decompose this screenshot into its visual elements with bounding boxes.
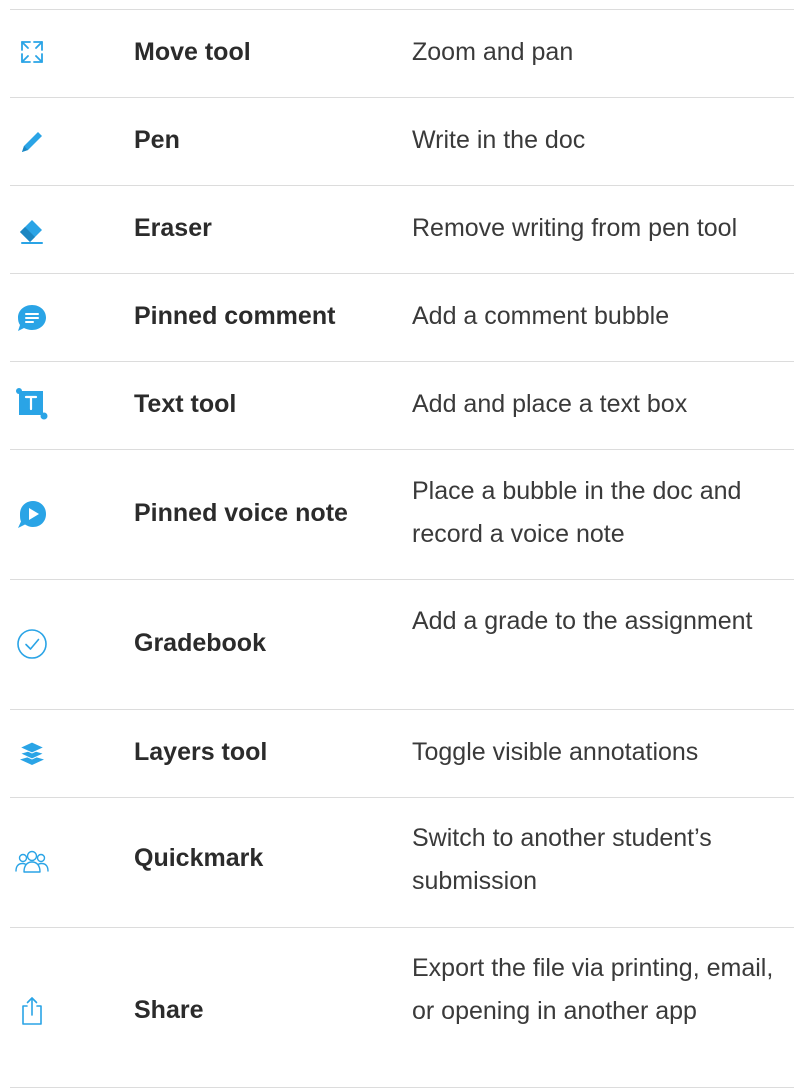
tool-description: Write in the doc	[412, 126, 586, 154]
share-icon	[12, 991, 52, 1031]
tool-name: Gradebook	[134, 629, 266, 657]
table-row-gradebook: Gradebook Add a grade to the assignment	[0, 580, 794, 710]
table-row-layers-tool: Layers tool Toggle visible annotations	[0, 710, 794, 798]
check-circle-icon	[12, 624, 52, 664]
tool-description: Export the file via printing, email, or …	[412, 954, 774, 1025]
pen-icon	[12, 122, 52, 162]
tool-name: Pen	[134, 126, 180, 154]
expand-arrows-icon	[12, 32, 52, 72]
comment-bubble-icon	[12, 298, 52, 338]
table-row-move-tool: Move tool Zoom and pan	[0, 10, 794, 98]
table-row-eraser: Eraser Remove writing from pen tool	[0, 186, 794, 274]
tool-name: Move tool	[134, 38, 251, 66]
eraser-icon	[12, 210, 52, 250]
tool-description: Remove writing from pen tool	[412, 214, 738, 242]
tool-name: Quickmark	[134, 844, 264, 872]
layers-icon	[12, 733, 52, 773]
tool-name: Text tool	[134, 390, 237, 418]
text-box-icon	[12, 384, 52, 424]
tool-description: Place a bubble in the doc and record a v…	[412, 477, 742, 548]
tool-description: Toggle visible annotations	[412, 738, 699, 766]
table-row-pen: Pen Write in the doc	[0, 98, 794, 186]
tool-name: Pinned voice note	[134, 499, 348, 527]
tool-description: Add and place a text box	[412, 390, 688, 418]
tool-description: Add a grade to the assignment	[412, 607, 753, 635]
table-row-share: Share Export the file via printing, emai…	[0, 928, 794, 1088]
users-group-icon	[12, 842, 52, 882]
table-row-pinned-voice-note: Pinned voice note Place a bubble in the …	[0, 450, 794, 580]
table-row-text-tool: Text tool Add and place a text box	[0, 362, 794, 450]
tool-name: Eraser	[134, 214, 212, 242]
tool-description: Zoom and pan	[412, 38, 574, 66]
voice-bubble-icon	[12, 495, 52, 535]
table-row-quickmark: Quickmark Switch to another student’s su…	[0, 798, 794, 928]
tool-name: Layers tool	[134, 738, 268, 766]
tool-name: Share	[134, 996, 204, 1024]
tool-description: Switch to another student’s submission	[412, 824, 712, 895]
tool-name: Pinned comment	[134, 302, 336, 330]
table-row-pinned-comment: Pinned comment Add a comment bubble	[0, 274, 794, 362]
tool-description: Add a comment bubble	[412, 302, 670, 330]
